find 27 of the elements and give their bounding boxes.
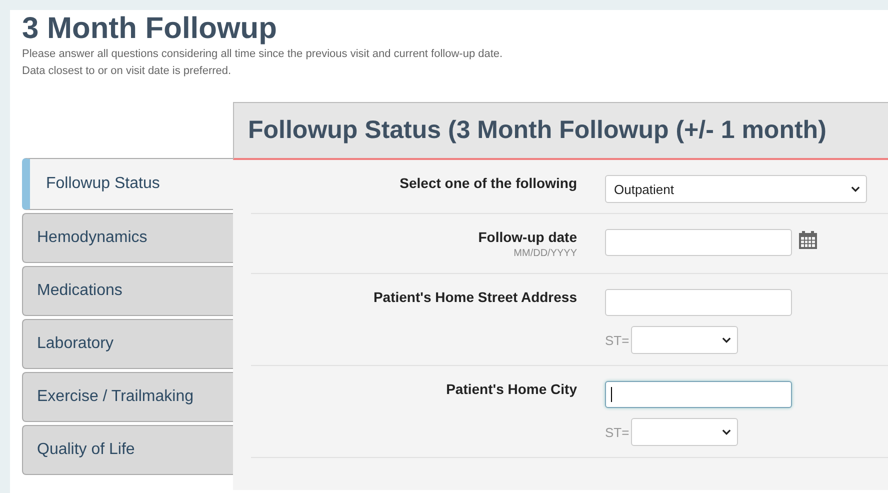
sidebar-tab[interactable]: Quality of Life <box>22 425 233 475</box>
state-dropdown[interactable] <box>631 326 738 354</box>
sidebar-tab[interactable]: Exercise / Trailmaking <box>22 372 233 422</box>
sidebar-tab[interactable]: Medications <box>22 266 233 316</box>
sidebar-tab[interactable]: Laboratory <box>22 319 233 369</box>
chevron-icon <box>722 337 732 343</box>
page-title: 3 Month Followup <box>22 11 278 46</box>
section-title: Followup Status (3 Month Followup (+/- 1 month) <box>248 116 826 145</box>
field-label: Patient's Home Street Address <box>373 289 577 305</box>
text-field[interactable] <box>605 381 792 408</box>
text-field[interactable] <box>605 289 792 316</box>
field-label: Select one of the following <box>400 175 577 191</box>
state-dropdown[interactable] <box>631 418 738 446</box>
sidebar-tab[interactable]: Hemodynamics <box>22 213 233 263</box>
intro-text: Please answer all questions considering all time since the previous visit and current follow-up date. <box>22 47 504 62</box>
chevron-icon <box>851 186 860 192</box>
date-field[interactable] <box>605 229 792 256</box>
field-label: Patient's Home City <box>446 381 577 397</box>
state-label: ST= <box>605 332 630 348</box>
state-label: ST= <box>605 424 630 440</box>
intro-text: Data closest to or on visit date is preferred. <box>22 64 232 79</box>
status-dropdown[interactable]: Outpatient <box>605 175 867 203</box>
chevron-icon <box>722 429 732 435</box>
field-label: Follow-up date <box>478 229 577 245</box>
calendar-icon[interactable] <box>798 230 818 250</box>
sidebar-tab[interactable]: Followup Status <box>22 158 234 210</box>
format-hint: MM/DD/YYYY <box>514 248 577 259</box>
